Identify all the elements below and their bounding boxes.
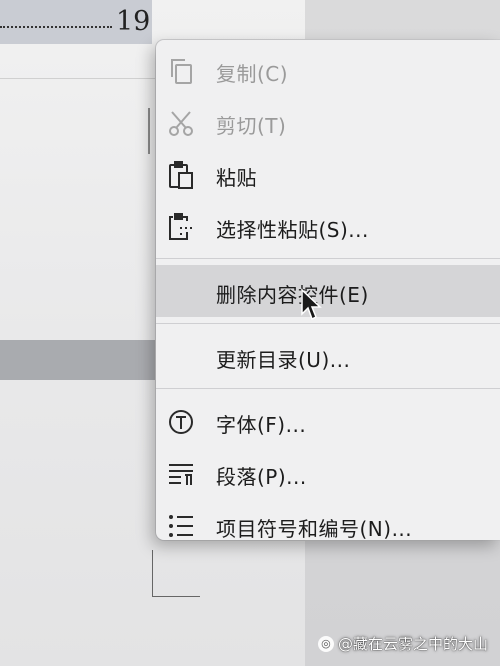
paste-special-icon [166,212,196,242]
menu-separator [156,323,500,324]
copy-icon [166,56,196,86]
menu-item-label: 剪切(T) [216,114,287,138]
bullet-list-icon [166,511,196,541]
menu-item-bullets-numbering[interactable]: 项目符号和编号(N)... [156,499,500,551]
menu-item-label: 项目符号和编号(N)... [216,517,413,541]
font-icon [166,407,196,437]
cut-icon [166,108,196,138]
menu-item-label: 更新目录(U)... [216,348,351,372]
mouse-pointer-icon [301,288,322,321]
toc-page-number: 19 [116,6,151,37]
menu-item-label: 粘贴 [216,166,257,190]
paragraph-icon [166,459,196,489]
context-menu: 复制(C) 剪切(T) 粘贴 选择性粘贴(S)... 删除内容控件(E) 更新目… [156,40,500,541]
menu-separator [156,258,500,259]
watermark-logo-icon: ◎ [317,635,334,652]
toc-entry-selected[interactable]: 19 [0,0,152,44]
watermark-text: @藏在云雾之中的大山 [337,635,488,653]
page-corner-mark-vertical [152,550,153,596]
menu-item-paragraph[interactable]: 段落(P)... [156,447,500,499]
watermark: ◎ @藏在云雾之中的大山 [317,633,488,654]
page-divider [0,78,160,79]
menu-item-label: 删除内容控件(E) [216,283,369,307]
paste-icon [166,160,196,190]
menu-item-paste[interactable]: 粘贴 [156,148,500,200]
menu-item-cut[interactable]: 剪切(T) [156,96,500,148]
menu-item-font[interactable]: 字体(F)... [156,395,500,447]
menu-item-paste-special[interactable]: 选择性粘贴(S)... [156,200,500,252]
text-caret [148,108,150,154]
menu-item-update-toc[interactable]: 更新目录(U)... [156,330,500,382]
menu-item-label: 字体(F)... [216,413,307,437]
menu-item-copy[interactable]: 复制(C) [156,44,500,96]
page-corner-mark-horizontal [152,596,200,597]
menu-item-label: 选择性粘贴(S)... [216,218,369,242]
menu-item-label: 复制(C) [216,62,289,86]
menu-separator [156,388,500,389]
menu-item-label: 段落(P)... [216,465,307,489]
menu-item-delete-content-control[interactable]: 删除内容控件(E) [156,265,500,317]
toc-leader-dots [0,26,112,28]
